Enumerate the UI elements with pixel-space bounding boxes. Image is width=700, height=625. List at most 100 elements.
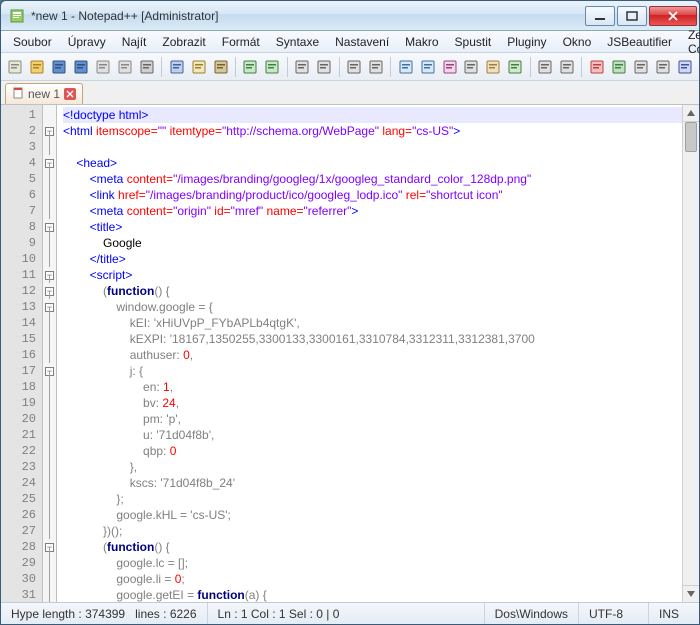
line-number[interactable]: 17 [1,363,42,379]
code-line[interactable]: en: 1, [63,379,699,395]
save-macro-icon[interactable] [674,56,695,78]
func-list-icon[interactable] [535,56,556,78]
menu-okno[interactable]: Okno [555,33,600,51]
line-number[interactable]: 18 [1,379,42,395]
line-number[interactable]: 15 [1,331,42,347]
vertical-scrollbar[interactable] [682,105,699,602]
all-chars-icon[interactable] [461,56,482,78]
scrollbar-thumb[interactable] [685,122,697,152]
fold-marker[interactable]: − [43,123,56,139]
code-line[interactable]: authuser: 0, [63,347,699,363]
fold-marker[interactable]: − [43,299,56,315]
code-area[interactable]: <!doctype html><html itemscope="" itemty… [57,105,699,602]
code-line[interactable]: <meta content="origin" id="mref" name="r… [63,203,699,219]
close-button[interactable] [649,6,697,26]
fold-marker[interactable] [43,139,56,155]
line-number[interactable]: 22 [1,443,42,459]
fold-marker[interactable] [43,379,56,395]
new-file-icon[interactable] [5,56,26,78]
fold-marker[interactable] [43,315,56,331]
code-line[interactable]: window.google = { [63,299,699,315]
line-number[interactable]: 23 [1,459,42,475]
line-number[interactable]: 11 [1,267,42,283]
zoom-out-icon[interactable] [365,56,386,78]
save-all-icon[interactable] [71,56,92,78]
line-number[interactable]: 5 [1,171,42,187]
fold-marker[interactable] [43,203,56,219]
line-number[interactable]: 28 [1,539,42,555]
fold-marker[interactable] [43,459,56,475]
doc-map-icon[interactable] [557,56,578,78]
fold-marker[interactable] [43,507,56,523]
lang-icon[interactable] [505,56,526,78]
fold-marker[interactable] [43,107,56,123]
code-line[interactable]: <head> [63,155,699,171]
line-number[interactable]: 3 [1,139,42,155]
code-line[interactable] [63,139,699,155]
line-number[interactable]: 25 [1,491,42,507]
code-line[interactable]: <title> [63,219,699,235]
line-number[interactable]: 31 [1,587,42,602]
fold-marker[interactable] [43,523,56,539]
line-number[interactable]: 9 [1,235,42,251]
fold-marker[interactable]: − [43,363,56,379]
fold-marker[interactable]: − [43,539,56,555]
line-number-gutter[interactable]: 1234567891011121314151617181920212223242… [1,105,43,602]
sync-h-icon[interactable] [417,56,438,78]
line-number[interactable]: 13 [1,299,42,315]
fold-marker[interactable]: − [43,155,56,171]
scroll-up-icon[interactable] [683,105,699,122]
tab-close-icon[interactable] [64,88,76,100]
code-line[interactable]: <meta content="/images/branding/googleg/… [63,171,699,187]
fold-marker[interactable]: − [43,283,56,299]
menu-pluginy[interactable]: Pluginy [499,33,554,51]
fold-marker[interactable] [43,251,56,267]
code-line[interactable]: (function() { [63,539,699,555]
code-line[interactable]: google.lc = []; [63,555,699,571]
code-line[interactable]: (function() { [63,283,699,299]
menu-pravy[interactable]: Úpravy [60,33,114,51]
line-number[interactable]: 12 [1,283,42,299]
record-icon[interactable] [586,56,607,78]
code-line[interactable]: j: { [63,363,699,379]
undo-icon[interactable] [240,56,261,78]
print-icon[interactable] [136,56,157,78]
menu-formt[interactable]: Formát [214,33,268,51]
close-icon[interactable] [93,56,114,78]
fold-marker[interactable] [43,555,56,571]
code-line[interactable]: google.li = 0; [63,571,699,587]
redo-icon[interactable] [262,56,283,78]
scroll-down-icon[interactable] [683,585,699,602]
code-line[interactable]: <link href="/images/branding/product/ico… [63,187,699,203]
indent-guide-icon[interactable] [483,56,504,78]
paste-icon[interactable] [210,56,231,78]
line-number[interactable]: 29 [1,555,42,571]
file-tab[interactable]: new 1 [5,83,83,104]
fold-gutter[interactable]: −−−−−−−− [43,105,57,602]
code-line[interactable]: Google [63,235,699,251]
fold-marker[interactable] [43,411,56,427]
line-number[interactable]: 7 [1,203,42,219]
menu-jsbeautifier[interactable]: JSBeautifier [599,33,680,51]
code-line[interactable]: <html itemscope="" itemtype="http://sche… [63,123,699,139]
code-line[interactable]: bv: 24, [63,395,699,411]
fold-marker[interactable] [43,187,56,203]
maximize-button[interactable] [617,6,647,26]
code-line[interactable]: </title> [63,251,699,267]
fold-marker[interactable] [43,347,56,363]
line-number[interactable]: 16 [1,347,42,363]
fold-marker[interactable]: − [43,219,56,235]
line-number[interactable]: 20 [1,411,42,427]
menu-makro[interactable]: Makro [397,33,446,51]
code-line[interactable]: google.kHL = 'cs-US'; [63,507,699,523]
fold-marker[interactable] [43,331,56,347]
fold-marker[interactable] [43,571,56,587]
line-number[interactable]: 21 [1,427,42,443]
find-icon[interactable] [292,56,313,78]
code-line[interactable]: kscs: '71d04f8b_24' [63,475,699,491]
close-all-icon[interactable] [115,56,136,78]
fold-marker[interactable] [43,395,56,411]
fold-marker[interactable] [43,491,56,507]
fold-marker[interactable] [43,443,56,459]
line-number[interactable]: 27 [1,523,42,539]
